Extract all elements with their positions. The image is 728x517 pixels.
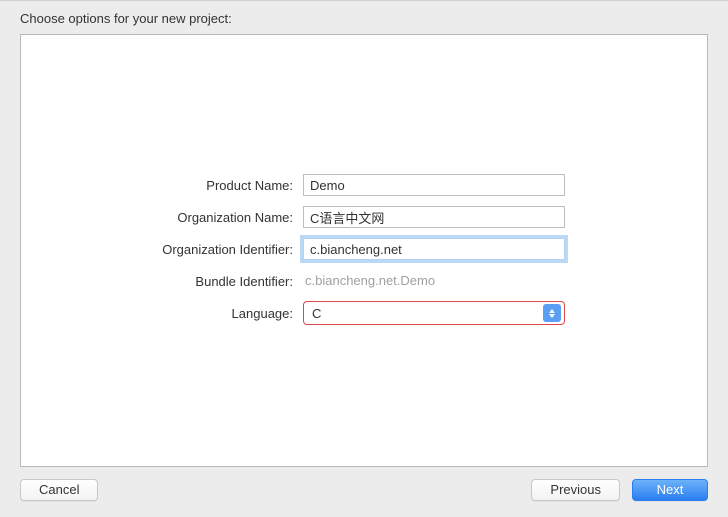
organization-identifier-input[interactable] [303,238,565,260]
footer: Cancel Previous Next [0,479,728,517]
chevron-up-down-icon [543,304,561,322]
language-select-value: C [304,306,543,321]
product-name-input[interactable] [303,174,565,196]
organization-name-label: Organization Name: [21,210,303,225]
new-project-options-window: Choose options for your new project: Pro… [0,0,728,517]
previous-button[interactable]: Previous [531,479,620,501]
page-title: Choose options for your new project: [0,1,728,34]
language-label: Language: [21,306,303,321]
cancel-button[interactable]: Cancel [20,479,98,501]
form-area: Product Name: Organization Name: Organiz… [21,173,707,333]
language-row: Language: C [21,301,707,325]
bundle-identifier-row: Bundle Identifier: c.biancheng.net.Demo [21,269,707,293]
organization-name-row: Organization Name: [21,205,707,229]
product-name-label: Product Name: [21,178,303,193]
bundle-identifier-label: Bundle Identifier: [21,274,303,289]
next-button[interactable]: Next [632,479,708,501]
bundle-identifier-value: c.biancheng.net.Demo [303,270,565,292]
organization-name-input[interactable] [303,206,565,228]
organization-identifier-row: Organization Identifier: [21,237,707,261]
content-frame: Product Name: Organization Name: Organiz… [20,34,708,467]
product-name-row: Product Name: [21,173,707,197]
language-select[interactable]: C [303,301,565,325]
organization-identifier-label: Organization Identifier: [21,242,303,257]
